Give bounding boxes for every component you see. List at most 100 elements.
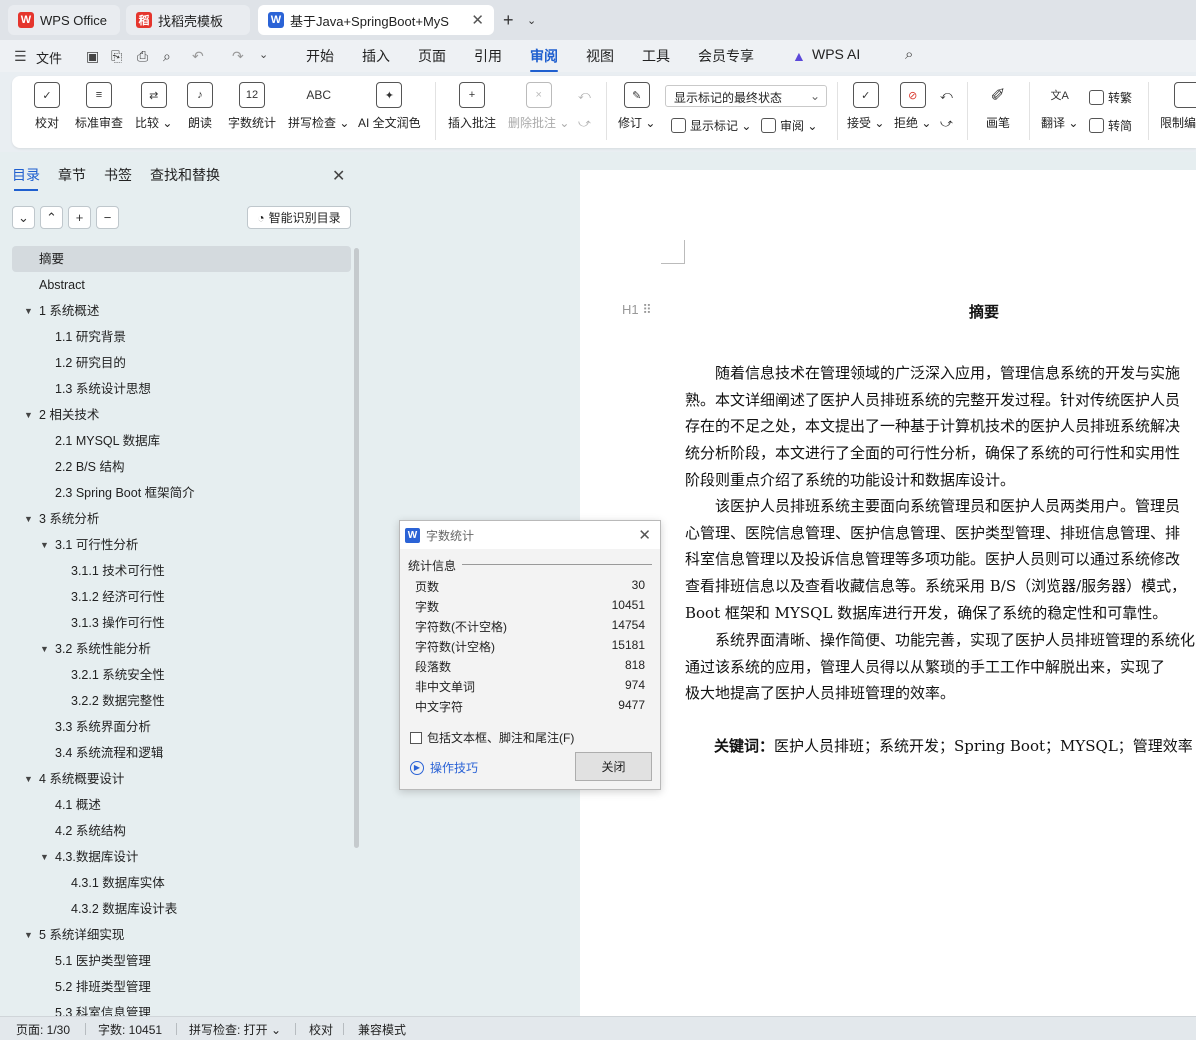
show-markup-button[interactable]: 显示标记 ⌄	[671, 117, 751, 134]
nav-tab-sections[interactable]: 章节	[58, 165, 86, 185]
page-indicator[interactable]: 页面: 1/30	[16, 1021, 70, 1038]
tab-wps-office[interactable]: W WPS Office	[8, 5, 120, 35]
toc-item[interactable]: 3.4 系统流程和逻辑	[12, 740, 351, 766]
accept-button[interactable]: ✓ 接受 ⌄	[847, 82, 884, 131]
toc-item[interactable]: ▼ 3.1 可行性分析	[12, 532, 351, 558]
toc-item[interactable]: 3.3 系统界面分析	[12, 714, 351, 740]
expand-triangle-icon[interactable]: ▼	[24, 506, 33, 532]
menu-tools[interactable]: 工具	[642, 46, 670, 66]
expand-triangle-icon[interactable]: ▼	[24, 766, 33, 792]
nav-tab-find-replace[interactable]: 查找和替换	[150, 165, 220, 185]
toc-item[interactable]: 3.2.2 数据完整性	[12, 688, 351, 714]
toc-item[interactable]: ▼ 4 系统概要设计	[12, 766, 351, 792]
toc-item[interactable]: 3.1.3 操作可行性	[12, 610, 351, 636]
menu-references[interactable]: 引用	[474, 46, 502, 66]
proofread-status[interactable]: 校对	[309, 1021, 333, 1038]
tips-link[interactable]: ▶ 操作技巧	[410, 759, 478, 776]
expand-triangle-icon[interactable]: ▼	[24, 298, 33, 324]
toc-item[interactable]: 摘要	[12, 246, 351, 272]
menu-membership[interactable]: 会员专享	[698, 46, 754, 66]
menu-review[interactable]: 审阅	[530, 46, 558, 72]
toc-item[interactable]: 1.2 研究目的	[12, 350, 351, 376]
ai-polish-button[interactable]: ✦ AI 全文润色	[358, 82, 421, 131]
toc-item[interactable]: 2.2 B/S 结构	[12, 454, 351, 480]
nav-tab-toc[interactable]: 目录	[12, 165, 40, 191]
new-tab-icon[interactable]: +	[503, 10, 514, 31]
search-icon[interactable]: ⌕	[905, 46, 913, 63]
toc-item[interactable]: ▼ 1 系统概述	[12, 298, 351, 324]
close-icon[interactable]: ✕	[332, 166, 345, 186]
scrollbar[interactable]	[354, 248, 359, 848]
next-comment-icon[interactable]: ⤻	[578, 116, 591, 131]
review-pane-button[interactable]: 审阅 ⌄	[761, 117, 817, 134]
expand-triangle-icon[interactable]: ▼	[40, 844, 49, 870]
toc-item[interactable]: 4.2 系统结构	[12, 818, 351, 844]
to-simplified-button[interactable]: 转简	[1089, 117, 1132, 134]
toc-item[interactable]: ▼ 5 系统详细实现	[12, 922, 351, 948]
collapse-all-button[interactable]: ⌄	[12, 206, 35, 229]
checkbox-box[interactable]	[410, 731, 422, 744]
menu-view[interactable]: 视图	[586, 46, 614, 66]
to-traditional-button[interactable]: 转繁	[1089, 89, 1132, 106]
toc-item[interactable]: 3.2.1 系统安全性	[12, 662, 351, 688]
toc-item[interactable]: 3.1.1 技术可行性	[12, 558, 351, 584]
toc-item[interactable]: 3.1.2 经济可行性	[12, 584, 351, 610]
reject-button[interactable]: ⊘ 拒绝 ⌄	[894, 82, 931, 131]
menu-home[interactable]: 开始	[306, 46, 334, 66]
spell-check-button[interactable]: ABC 拼写检查 ⌄	[288, 82, 349, 131]
save-icon[interactable]: ▣	[86, 48, 99, 65]
expand-up-button[interactable]: ⌃	[40, 206, 63, 229]
previous-change-icon[interactable]: ⤺	[940, 88, 953, 103]
toc-item[interactable]: 1.1 研究背景	[12, 324, 351, 350]
track-changes-button[interactable]: ✎ 修订 ⌄	[618, 82, 655, 131]
read-aloud-button[interactable]: ♪ 朗读	[187, 82, 213, 131]
restrict-editing-button[interactable]: 限制编	[1160, 82, 1196, 131]
menu-file[interactable]: 文件	[36, 48, 62, 67]
expand-triangle-icon[interactable]: ▼	[24, 402, 33, 428]
previous-comment-icon[interactable]: ⤺	[578, 88, 591, 103]
remove-heading-button[interactable]: −	[96, 206, 119, 229]
toc-item[interactable]: 5.2 排班类型管理	[12, 974, 351, 1000]
print-icon[interactable]: ⎙	[137, 48, 148, 65]
undo-icon[interactable]: ↶	[192, 48, 204, 65]
word-count-button[interactable]: 12 字数统计	[228, 82, 276, 131]
insert-comment-button[interactable]: + 插入批注	[448, 82, 496, 131]
compare-button[interactable]: ⇄ 比较 ⌄	[135, 82, 172, 131]
toc-item[interactable]: 2.3 Spring Boot 框架简介	[12, 480, 351, 506]
menu-page[interactable]: 页面	[418, 46, 446, 66]
menu-wps-ai[interactable]: WPS AI	[812, 46, 860, 62]
toc-item[interactable]: 4.1 概述	[12, 792, 351, 818]
toc-item[interactable]: ▼ 4.3.数据库设计	[12, 844, 351, 870]
redo-icon[interactable]: ↷	[232, 48, 244, 65]
include-textbox-checkbox[interactable]: 包括文本框、脚注和尾注(F)	[410, 729, 574, 746]
standard-review-button[interactable]: ≡ 标准审查	[75, 82, 123, 131]
print-preview-icon[interactable]: ⌕	[163, 48, 171, 65]
toc-item[interactable]: 2.1 MYSQL 数据库	[12, 428, 351, 454]
expand-triangle-icon[interactable]: ▼	[40, 532, 49, 558]
spell-check-status[interactable]: 拼写检查: 打开 ⌄	[189, 1021, 281, 1038]
hamburger-icon[interactable]: ☰	[14, 48, 27, 65]
translate-button[interactable]: 文A 翻译 ⌄	[1041, 82, 1078, 131]
nav-tab-bookmarks[interactable]: 书签	[104, 165, 132, 185]
toc-item[interactable]: 5.1 医护类型管理	[12, 948, 351, 974]
toc-item[interactable]: 4.3.1 数据库实体	[12, 870, 351, 896]
chevron-down-icon[interactable]: ⌄	[527, 14, 536, 27]
expand-triangle-icon[interactable]: ▼	[40, 636, 49, 662]
word-count-indicator[interactable]: 字数: 10451	[98, 1021, 162, 1038]
toc-item[interactable]: ▼ 3 系统分析	[12, 506, 351, 532]
markup-display-select[interactable]: 显示标记的最终状态 ⌄	[665, 85, 827, 107]
next-change-icon[interactable]: ⤻	[940, 116, 953, 131]
proofread-button[interactable]: ✓ 校对	[34, 82, 60, 131]
toc-item[interactable]: 4.3.2 数据库设计表	[12, 896, 351, 922]
chevron-down-icon[interactable]: ⌄	[259, 48, 268, 61]
pen-button[interactable]: ✐ 画笔	[985, 82, 1011, 131]
delete-comment-button[interactable]: × 删除批注 ⌄	[508, 82, 569, 131]
toc-item[interactable]: 1.3 系统设计思想	[12, 376, 351, 402]
add-heading-button[interactable]: +	[68, 206, 91, 229]
heading-level-marker[interactable]: H1 ⠿	[622, 302, 652, 318]
toc-item[interactable]: ▼ 2 相关技术	[12, 402, 351, 428]
toc-item[interactable]: Abstract	[12, 272, 351, 298]
menu-insert[interactable]: 插入	[362, 46, 390, 66]
close-tab-icon[interactable]: ✕	[471, 11, 484, 29]
smart-toc-button[interactable]: ◔ 智能识别目录	[247, 206, 351, 229]
